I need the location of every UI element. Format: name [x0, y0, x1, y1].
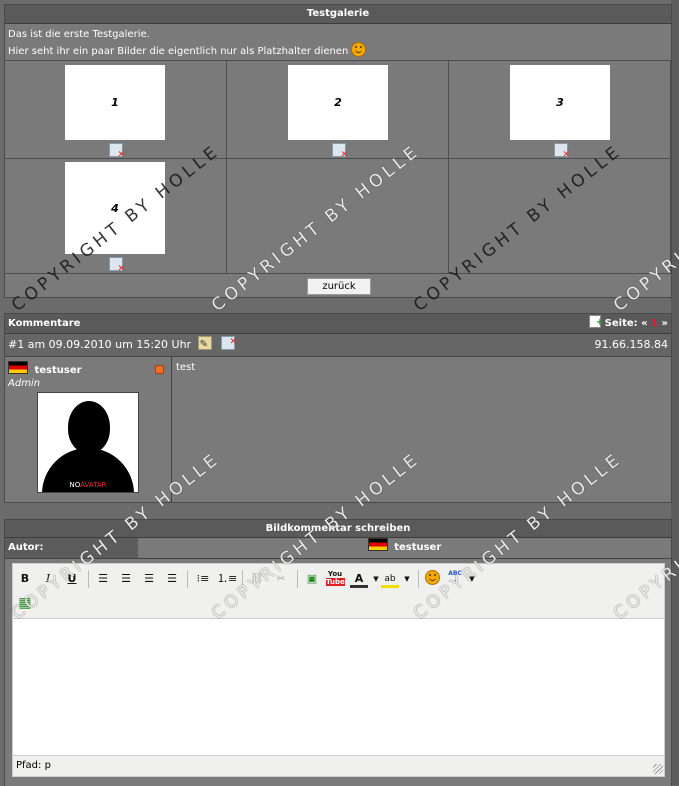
highlight-dropdown-icon[interactable]: ▼	[398, 570, 416, 588]
no-avatar-label: NOAVATAR	[38, 481, 138, 489]
align-center-icon[interactable]: ☰	[117, 570, 135, 588]
gallery-thumbnail[interactable]: 2	[288, 65, 388, 140]
italic-icon[interactable]: I	[39, 570, 57, 588]
youtube-icon[interactable]: You Tube	[326, 570, 345, 588]
gallery-thumbnail[interactable]: 1	[65, 65, 165, 140]
toolbar-separator	[187, 570, 188, 588]
editor-content-area[interactable]	[13, 619, 664, 755]
comment-user-role: Admin	[8, 378, 41, 389]
gallery-cell: 3	[449, 60, 671, 160]
page-scrollbar[interactable]	[671, 0, 679, 785]
link-icon[interactable]: ⛓	[248, 570, 266, 588]
smiley-icon	[351, 42, 367, 57]
pager-current[interactable]: 1	[651, 318, 658, 329]
toolbar-separator	[242, 570, 243, 588]
insert-image-icon[interactable]: ▣	[303, 570, 321, 588]
gallery-cell: 1	[5, 60, 227, 160]
comment-user-box: testuser Admin NOAVATAR	[5, 357, 172, 502]
gallery-cell: 2	[227, 60, 449, 160]
avatar: NOAVATAR	[37, 392, 139, 493]
underline-icon[interactable]: U	[63, 570, 81, 588]
back-button[interactable]: zurück	[307, 278, 371, 295]
edit-comment-icon[interactable]	[197, 334, 212, 356]
youtube-icon-tube: Tube	[326, 578, 345, 586]
comment-meta-row: #1 am 09.09.2010 um 15:20 Uhr 91.66.158.…	[5, 331, 671, 357]
comments-panel: Kommentare Seite: « 1 » #1 am 09.09.2010…	[4, 313, 672, 503]
gallery-description: Das ist die erste Testgalerie. Hier seht…	[5, 24, 671, 63]
comment-user: testuser	[8, 361, 82, 376]
gallery-title: Testgalerie	[5, 5, 671, 24]
no-avatar-no: NO	[69, 481, 81, 489]
toolbar-separator	[418, 570, 419, 588]
spellcheck-icon[interactable]: ABC ✓	[446, 570, 464, 588]
delete-image-icon[interactable]	[554, 143, 570, 160]
bullet-list-icon[interactable]: ⁝≡	[194, 570, 212, 588]
editor-statusbar: Pfad: p	[13, 755, 664, 775]
text-color-icon[interactable]: A	[350, 570, 368, 588]
youtube-icon-you: You	[327, 570, 343, 578]
gallery-cell: 4	[5, 158, 227, 274]
rich-text-editor: B I U ☰ ☰ ☰ ☰ ⁝≡ ⒈≡ ⛓ ✂ ▣ You Tube A ▼ ab…	[12, 563, 665, 777]
comment-ip: 91.66.158.84	[594, 338, 668, 351]
flag-germany-icon	[8, 361, 28, 374]
pager-label: Seite:	[604, 318, 638, 329]
delete-image-icon[interactable]	[332, 143, 348, 160]
flag-germany-icon	[367, 538, 388, 551]
comment-header: #1 am 09.09.2010 um 15:20 Uhr	[8, 338, 192, 351]
align-justify-icon[interactable]: ☰	[163, 570, 181, 588]
align-left-icon[interactable]: ☰	[94, 570, 112, 588]
gallery-thumbnail[interactable]: 3	[510, 65, 610, 140]
insert-picture-icon[interactable]: ▦	[16, 594, 34, 612]
gallery-description-line2-wrap: Hier seht ihr ein paar Bilder die eigent…	[8, 42, 668, 59]
pager-prev[interactable]: «	[641, 318, 647, 329]
editor-path-label: Pfad: p	[16, 760, 51, 771]
gallery-panel: Testgalerie Das ist die erste Testgaleri…	[4, 4, 672, 298]
gallery-thumbnail[interactable]: 4	[65, 162, 165, 254]
author-value: testuser	[394, 542, 442, 553]
toolbar-separator	[297, 570, 298, 588]
pager-next[interactable]: »	[662, 318, 668, 329]
unlink-icon[interactable]: ✂	[272, 570, 290, 588]
smiley-icon	[424, 570, 440, 585]
online-status-icon	[155, 365, 164, 374]
resize-handle-icon[interactable]	[653, 764, 663, 774]
delete-comment-icon[interactable]	[221, 331, 237, 353]
author-row: Autor: testuser	[5, 538, 671, 559]
delete-image-icon[interactable]	[109, 143, 125, 160]
author-value-cell: testuser	[138, 538, 671, 558]
avatar-head-shape	[68, 401, 110, 453]
toolbar-separator	[88, 570, 89, 588]
emoticon-icon[interactable]	[423, 570, 441, 588]
gallery-cell-empty	[449, 158, 671, 274]
write-comment-title: Bildkommentar schreiben	[5, 520, 671, 538]
editor-toolbar: B I U ☰ ☰ ☰ ☰ ⁝≡ ⒈≡ ⛓ ✂ ▣ You Tube A ▼ ab…	[13, 564, 664, 619]
gallery-description-line1: Das ist die erste Testgalerie.	[8, 29, 150, 40]
spellcheck-icon-abc: ABC	[448, 570, 462, 577]
write-comment-panel: Bildkommentar schreiben Autor: testuser …	[4, 519, 672, 786]
comment-text: test	[176, 362, 196, 373]
spellcheck-dropdown-icon[interactable]: ▼	[463, 570, 481, 588]
numbered-list-icon[interactable]: ⒈≡	[217, 570, 237, 588]
bold-icon[interactable]: B	[16, 570, 34, 588]
comment-username[interactable]: testuser	[34, 365, 81, 376]
delete-image-icon[interactable]	[109, 257, 125, 274]
gallery-cell-empty	[227, 158, 449, 274]
highlight-color-icon[interactable]: ab	[381, 570, 399, 588]
comments-pager: Seite: « 1 »	[589, 313, 668, 333]
no-avatar-avatar: AVATAR	[80, 481, 107, 489]
align-right-icon[interactable]: ☰	[140, 570, 158, 588]
comments-title: Kommentare	[5, 314, 671, 334]
new-comment-icon[interactable]	[589, 313, 604, 332]
author-label: Autor:	[5, 538, 138, 558]
gallery-description-line2: Hier seht ihr ein paar Bilder die eigent…	[8, 46, 349, 57]
